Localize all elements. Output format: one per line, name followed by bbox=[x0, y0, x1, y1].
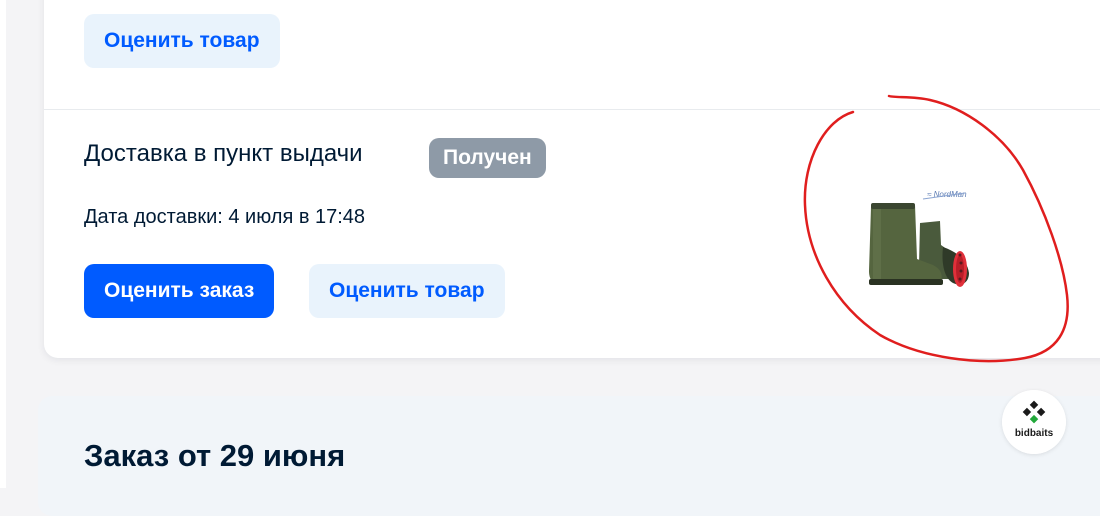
status-badge: Получен bbox=[429, 138, 546, 178]
rate-item-button[interactable]: Оценить товар bbox=[309, 264, 505, 318]
page-left-edge bbox=[0, 0, 6, 488]
bidbaits-logo: bidbaits bbox=[1002, 390, 1066, 454]
order-title: Заказ от 29 июня bbox=[84, 438, 346, 473]
rate-item-button-top[interactable]: Оценить товар bbox=[84, 14, 280, 68]
rate-order-button[interactable]: Оценить заказ bbox=[84, 264, 275, 318]
annotation-circle bbox=[803, 94, 1069, 363]
delivery-title: Доставка в пункт выдачи bbox=[84, 140, 363, 167]
delivery-date: Дата доставки: 4 июля в 17:48 bbox=[84, 206, 366, 228]
svg-text:bidbaits: bidbaits bbox=[1015, 428, 1054, 439]
next-order-card: Заказ от 29 июня bbox=[38, 396, 1100, 516]
